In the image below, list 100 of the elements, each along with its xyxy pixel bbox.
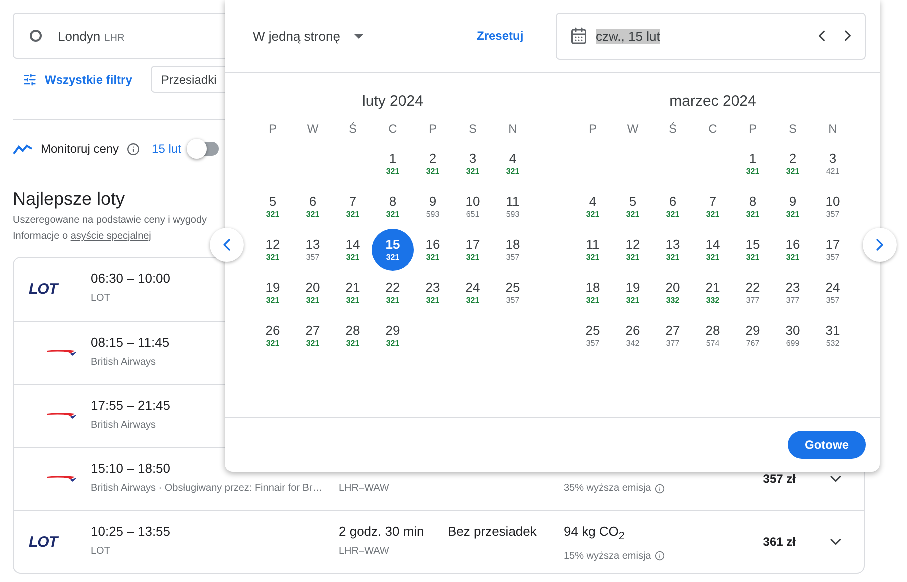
day-number: 31 (826, 323, 840, 338)
day-price: 321 (586, 210, 600, 219)
day-number: 2 (429, 151, 437, 166)
info-icon (127, 142, 140, 156)
origin-city: Londyn LHR (58, 28, 125, 44)
day-price: 321 (586, 253, 600, 262)
day-price: 357 (586, 339, 600, 348)
day-number: 17 (466, 237, 480, 252)
calendar-day[interactable]: 19 321 (252, 272, 294, 314)
day-number: 9 (789, 194, 797, 209)
next-month-button[interactable] (863, 228, 897, 262)
day-price: 321 (266, 339, 280, 348)
calendar-day[interactable]: 25 357 (572, 314, 614, 356)
calendar-day[interactable]: 16 321 (412, 228, 454, 270)
airline-name: LOT (91, 546, 110, 557)
calendar-day[interactable]: 31 532 (812, 314, 854, 356)
calendar-day[interactable]: 15 321 (372, 228, 414, 270)
calendar-day[interactable]: 1 321 (372, 142, 414, 184)
calendar-day[interactable]: 11 593 (492, 186, 534, 228)
calendar-day[interactable]: 4 321 (492, 142, 534, 184)
calendar-day[interactable]: 2 321 (772, 142, 814, 184)
calendar-day[interactable]: 24 357 (812, 272, 854, 314)
calendar-day[interactable]: 14 321 (692, 228, 734, 270)
calendar-day[interactable]: 26 321 (252, 314, 294, 356)
calendar-day[interactable]: 9 593 (412, 186, 454, 228)
calendar-day[interactable]: 14 321 (332, 228, 374, 270)
calendar-day[interactable]: 12 321 (612, 228, 654, 270)
calendar-day[interactable]: 5 321 (252, 186, 294, 228)
calendar-day[interactable]: 8 321 (732, 186, 774, 228)
calendar-day[interactable]: 23 377 (772, 272, 814, 314)
calendar-day[interactable]: 11 321 (572, 228, 614, 270)
airline-name: British Airways (91, 357, 156, 368)
calendar-day[interactable]: 20 321 (292, 272, 334, 314)
calendar-day[interactable]: 22 321 (372, 272, 414, 314)
calendar-day[interactable]: 1 321 (732, 142, 774, 184)
calendar-day[interactable]: 28 321 (332, 314, 374, 356)
calendar-day[interactable]: 28 574 (692, 314, 734, 356)
previous-month-button[interactable] (210, 228, 244, 262)
calendar-day[interactable]: 7 321 (692, 186, 734, 228)
calendar-day[interactable]: 5 321 (612, 186, 654, 228)
calendar-day[interactable]: 16 321 (772, 228, 814, 270)
calendar-day[interactable]: 30 699 (772, 314, 814, 356)
calendar-day[interactable]: 29 767 (732, 314, 774, 356)
calendar-day[interactable]: 18 357 (492, 228, 534, 270)
calendar-day[interactable]: 15 321 (732, 228, 774, 270)
price-tracking-toggle[interactable] (189, 142, 220, 156)
calendar-day[interactable]: 17 321 (452, 228, 494, 270)
calendar-icon (570, 27, 588, 45)
reset-button[interactable]: Zresetuj (477, 29, 556, 43)
calendar-day[interactable]: 27 377 (652, 314, 694, 356)
calendar-day[interactable]: 9 321 (772, 186, 814, 228)
assistance-link[interactable]: asyście specjalnej (70, 231, 152, 242)
day-number: 17 (826, 237, 840, 252)
flight-row[interactable]: LOT 10:25 – 13:55 LOT 2 godz. 30 min LHR–WAW Bez przesiadek 94 kg CO$_{2}$ 15% wyższa emisja 361 zł (14, 510, 864, 573)
day-number: 1 (389, 151, 397, 166)
calendar-day[interactable]: 25 357 (492, 272, 534, 314)
calendar-day[interactable]: 8 321 (372, 186, 414, 228)
day-number: 14 (706, 237, 720, 252)
calendar-day[interactable]: 3 421 (812, 142, 854, 184)
calendar-day[interactable]: 10 357 (812, 186, 854, 228)
calendar-day[interactable]: 2 321 (412, 142, 454, 184)
calendar-day[interactable]: 6 321 (652, 186, 694, 228)
calendar-day[interactable]: 19 321 (612, 272, 654, 314)
calendar-day[interactable]: 7 321 (332, 186, 374, 228)
day-price: 321 (306, 210, 320, 219)
day-price: 357 (826, 296, 840, 305)
calendar-day[interactable]: 23 321 (412, 272, 454, 314)
calendar-day[interactable]: 27 321 (292, 314, 334, 356)
day-number: 22 (746, 280, 760, 295)
day-number: 25 (506, 280, 520, 295)
all-filters-button[interactable]: Wszystkie filtry (13, 72, 132, 86)
day-price: 357 (306, 253, 320, 262)
day-number: 19 (266, 280, 280, 295)
calendar-day[interactable]: 12 321 (252, 228, 294, 270)
calendar-day[interactable]: 29 321 (372, 314, 414, 356)
day-price: 377 (746, 296, 760, 305)
calendar-day[interactable]: 20 332 (652, 272, 694, 314)
day-number: 21 (346, 280, 360, 295)
calendar-day[interactable]: 3 321 (452, 142, 494, 184)
calendar-day[interactable]: 17 357 (812, 228, 854, 270)
weekday-label: P (748, 121, 758, 138)
calendar-day[interactable]: 6 321 (292, 186, 334, 228)
weekday-label: W (306, 121, 320, 138)
calendar-day[interactable]: 26 342 (612, 314, 654, 356)
calendar-day[interactable]: 24 321 (452, 272, 494, 314)
date-field[interactable]: czw., 15 lut (556, 12, 866, 60)
calendar-day[interactable]: 22 377 (732, 272, 774, 314)
calendar-day[interactable]: 13 321 (652, 228, 694, 270)
day-price: 321 (386, 253, 400, 262)
day-price: 321 (626, 253, 640, 262)
calendar-day[interactable]: 4 321 (572, 186, 614, 228)
day-number: 13 (666, 237, 680, 252)
calendar-day[interactable]: 21 321 (332, 272, 374, 314)
done-button[interactable]: Gotowe (788, 431, 866, 459)
calendar-day[interactable]: 13 357 (292, 228, 334, 270)
info-icon (655, 551, 666, 562)
calendar-day[interactable]: 21 332 (692, 272, 734, 314)
calendar-day[interactable]: 10 651 (452, 186, 494, 228)
calendar-day[interactable]: 18 321 (572, 272, 614, 314)
day-price: 321 (266, 296, 280, 305)
